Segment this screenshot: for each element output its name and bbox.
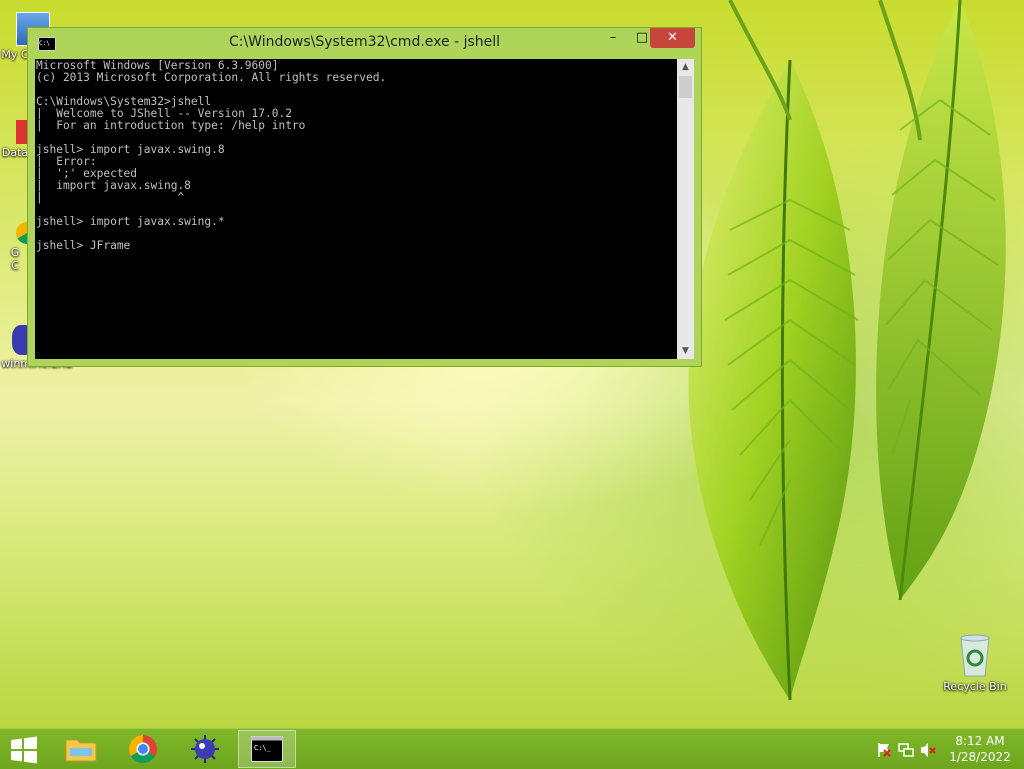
windows-start-icon <box>11 736 37 764</box>
folder-icon <box>65 739 97 762</box>
clock-date: 1/28/2022 <box>949 750 1011 764</box>
scroll-down-arrow-icon[interactable]: ▼ <box>677 343 694 359</box>
taskbar-cmd[interactable]: C:\_ <box>238 730 296 768</box>
taskbar-chrome[interactable] <box>114 730 172 768</box>
console-area[interactable]: Microsoft Windows [Version 6.3.9600] (c)… <box>35 59 677 359</box>
clock-time: 8:12 AM <box>955 734 1005 748</box>
network-icon[interactable] <box>898 742 914 758</box>
volume-muted-icon[interactable] <box>920 742 936 758</box>
chrome-icon <box>129 735 157 763</box>
desktop-icon-recycle-bin[interactable]: Recycle Bin <box>938 632 1012 693</box>
desktop-icon-label: My C <box>1 48 29 61</box>
minimize-button[interactable]: – <box>599 30 627 50</box>
taskbar-minesweeper[interactable] <box>176 730 234 768</box>
cmd-window[interactable]: C:\ C:\Windows\System32\cmd.exe - jshell… <box>27 27 702 367</box>
recycle-bin-icon <box>960 634 990 677</box>
mine-icon <box>191 735 219 763</box>
start-button[interactable] <box>0 730 50 768</box>
desktop: My C Data G C winmine.EXE Recycle Bin C:… <box>0 0 1024 728</box>
vertical-scrollbar[interactable]: ▲ ▼ <box>677 59 694 359</box>
taskbar-clock[interactable]: 8:12 AM 1/28/2022 <box>940 733 1020 765</box>
scrollbar-thumb[interactable] <box>679 76 692 98</box>
svg-text:C:\_: C:\_ <box>254 744 272 752</box>
taskbar-file-explorer[interactable] <box>52 730 110 768</box>
system-tray <box>870 729 940 769</box>
console-output: Microsoft Windows [Version 6.3.9600] (c)… <box>36 59 387 252</box>
window-titlebar[interactable]: C:\ C:\Windows\System32\cmd.exe - jshell… <box>28 28 701 58</box>
cmd-icon: C:\_ <box>251 736 283 762</box>
action-center-flag-icon[interactable] <box>876 742 892 758</box>
desktop-icon-label: Data <box>1 146 29 159</box>
desktop-icon-label: Recycle Bin <box>943 680 1007 693</box>
taskbar: C:\_ 8:12 AM 1/28/2022 <box>0 728 1024 769</box>
scroll-up-arrow-icon[interactable]: ▲ <box>677 59 694 75</box>
close-button[interactable]: ✕ <box>650 28 695 48</box>
desktop-icon-label: G C <box>10 246 20 272</box>
